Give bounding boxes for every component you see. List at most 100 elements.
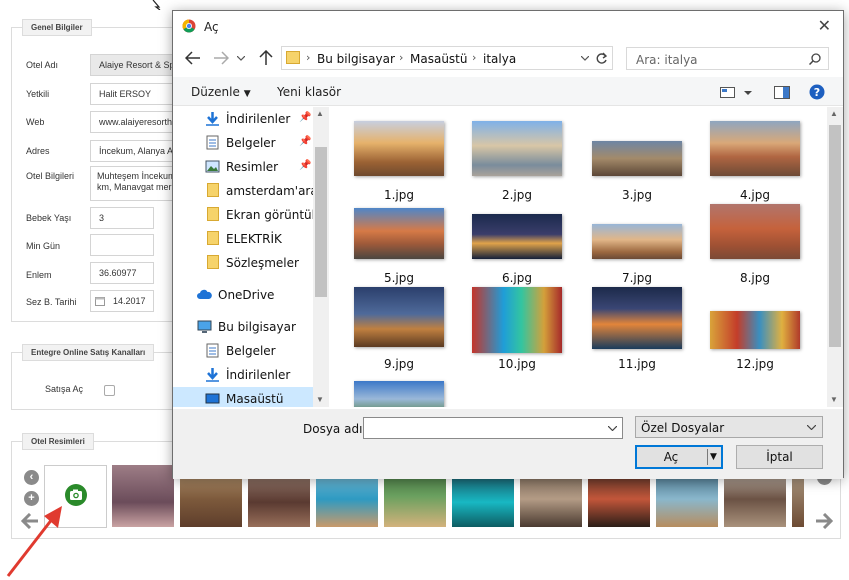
file-thumbnail: [710, 204, 800, 259]
file-thumbnail: [354, 121, 444, 176]
nav-item-pictures[interactable]: Resimler 📌: [173, 155, 313, 179]
file-thumbnail: [710, 121, 800, 176]
scroll-up-icon[interactable]: ▲: [830, 109, 838, 118]
mouse-cursor-icon: [152, 0, 161, 10]
nav-label: Belgeler: [226, 344, 276, 358]
file-item[interactable]: 11.jpg: [587, 287, 687, 371]
nav-label: Belgeler: [226, 136, 276, 150]
nav-item-folder[interactable]: amsterdam'aralı: [173, 179, 324, 203]
address-bar[interactable]: › Bu bilgisayar › Masaüstü › italya: [281, 46, 613, 70]
scroll-down-icon[interactable]: ▼: [316, 395, 324, 404]
scroll-down-icon[interactable]: ▼: [830, 395, 838, 404]
view-dropdown-icon[interactable]: [744, 91, 752, 96]
latitude-field[interactable]: 36.60977: [90, 262, 154, 284]
file-name: 12.jpg: [736, 357, 774, 371]
hotel-name-field[interactable]: Alaiye Resort & Spa H: [90, 54, 175, 76]
file-item[interactable]: 2.jpg: [467, 121, 567, 203]
nav-scrollbar[interactable]: ▲ ▼: [313, 107, 329, 407]
nav-item-onedrive[interactable]: OneDrive: [173, 283, 313, 307]
file-item[interactable]: 7.jpg: [587, 204, 687, 286]
nav-item-this-pc[interactable]: Bu bilgisayar: [173, 315, 313, 339]
search-input[interactable]: Ara: italya: [626, 47, 829, 70]
breadcrumb-this-pc[interactable]: Bu bilgisayar: [317, 52, 395, 66]
file-name: 6.jpg: [501, 271, 533, 285]
file-item[interactable]: 9.jpg: [349, 287, 449, 371]
nav-scrollbar-thumb[interactable]: [315, 147, 327, 297]
file-item[interactable]: 5.jpg: [349, 204, 449, 286]
hotel-thumb[interactable]: [112, 465, 174, 527]
file-type-dropdown-icon[interactable]: [807, 425, 816, 430]
nav-item-folder[interactable]: Ekran görüntüler: [173, 203, 327, 227]
web-field[interactable]: www.alaiyeresorthot: [90, 111, 175, 133]
file-item[interactable]: 8.jpg: [705, 204, 805, 286]
search-icon[interactable]: [809, 53, 821, 65]
nav-item-downloads[interactable]: İndirilenler 📌: [173, 107, 313, 131]
file-item[interactable]: 10.jpg: [467, 287, 567, 371]
download-icon: [206, 368, 219, 382]
recent-dropdown-icon[interactable]: [237, 56, 245, 61]
filename-input[interactable]: [363, 417, 623, 439]
file-name: 1.jpg: [383, 188, 415, 202]
address-dropdown-icon[interactable]: [581, 56, 589, 61]
nav-item-documents[interactable]: Belgeler 📌: [173, 131, 313, 155]
organize-button[interactable]: Düzenle ▼: [191, 85, 251, 99]
breadcrumb-desktop[interactable]: Masaüstü: [410, 52, 467, 66]
nav-item-downloads[interactable]: İndirilenler: [173, 363, 313, 387]
view-options-icon[interactable]: [720, 87, 736, 98]
file-item[interactable]: 12.jpg: [705, 287, 805, 371]
season-date-value: 14.2017: [113, 296, 146, 306]
file-name: 10.jpg: [498, 357, 536, 371]
new-folder-button[interactable]: Yeni klasör: [277, 85, 341, 99]
season-date-label: Sez B. Tarihi: [26, 297, 77, 307]
file-name: 5.jpg: [383, 271, 415, 285]
file-item[interactable]: 3.jpg: [587, 121, 687, 203]
baby-age-field[interactable]: 3: [90, 207, 154, 229]
nav-item-desktop[interactable]: Masaüstü: [173, 387, 313, 407]
nav-label: Masaüstü: [226, 392, 284, 406]
up-arrow-icon[interactable]: [259, 50, 273, 66]
close-icon[interactable]: ✕: [818, 16, 831, 35]
files-scrollbar[interactable]: ▲ ▼: [827, 107, 843, 407]
hotel-images-legend: Otel Resimleri: [22, 433, 94, 450]
forward-arrow-icon[interactable]: [213, 51, 229, 65]
breadcrumb-italya[interactable]: italya: [483, 52, 516, 66]
rotate-left-button[interactable]: ‹: [24, 470, 39, 485]
nav-label: İndirilenler: [226, 112, 291, 126]
file-thumbnail: [592, 287, 682, 349]
hotel-info-line1: Muhteşem İncekum p: [97, 171, 175, 181]
filename-dropdown-icon[interactable]: [608, 426, 617, 431]
documents-icon: [206, 343, 219, 358]
files-scrollbar-thumb[interactable]: [829, 125, 841, 347]
file-item[interactable]: [349, 377, 449, 407]
hotel-info-textarea[interactable]: Muhteşem İncekum p km, Manavgat merke: [90, 166, 175, 201]
arrow-right-icon[interactable]: [815, 513, 833, 529]
file-item[interactable]: 1.jpg: [349, 121, 449, 203]
file-name: 4.jpg: [739, 188, 771, 202]
back-arrow-icon[interactable]: [185, 51, 201, 65]
pictures-icon: [205, 160, 220, 173]
min-day-field[interactable]: [90, 234, 154, 256]
open-dropdown-icon[interactable]: ▼: [710, 447, 717, 467]
pin-icon: 📌: [299, 112, 312, 123]
sales-open-checkbox[interactable]: [104, 385, 115, 396]
nav-item-folder[interactable]: ELEKTRİK: [173, 227, 313, 251]
preview-pane-icon[interactable]: [774, 86, 790, 99]
file-type-select[interactable]: Özel Dosyalar: [635, 416, 823, 438]
cancel-button[interactable]: İptal: [736, 445, 823, 469]
nav-label: Resimler: [226, 160, 279, 174]
address-field[interactable]: İncekum, Alanya Ant: [90, 140, 175, 162]
file-list: 1.jpg 2.jpg 3.jpg 4.jpg 5.jpg 6.jpg 7.jp…: [331, 107, 827, 407]
nav-item-folder[interactable]: Sözleşmeler: [173, 251, 313, 275]
baby-age-label: Bebek Yaşı: [26, 213, 72, 223]
help-icon[interactable]: ?: [809, 84, 825, 100]
open-button[interactable]: Aç ▼: [635, 445, 723, 469]
file-name: 9.jpg: [383, 357, 415, 371]
authorized-field[interactable]: Halit ERSOY: [90, 83, 175, 105]
file-item[interactable]: 6.jpg: [467, 204, 567, 286]
breadcrumb-separator: ›: [306, 51, 311, 64]
file-name: 2.jpg: [501, 188, 533, 202]
refresh-icon[interactable]: [595, 52, 608, 65]
nav-item-documents[interactable]: Belgeler: [173, 339, 313, 363]
file-item[interactable]: 4.jpg: [705, 121, 805, 203]
scroll-up-icon[interactable]: ▲: [316, 109, 324, 118]
